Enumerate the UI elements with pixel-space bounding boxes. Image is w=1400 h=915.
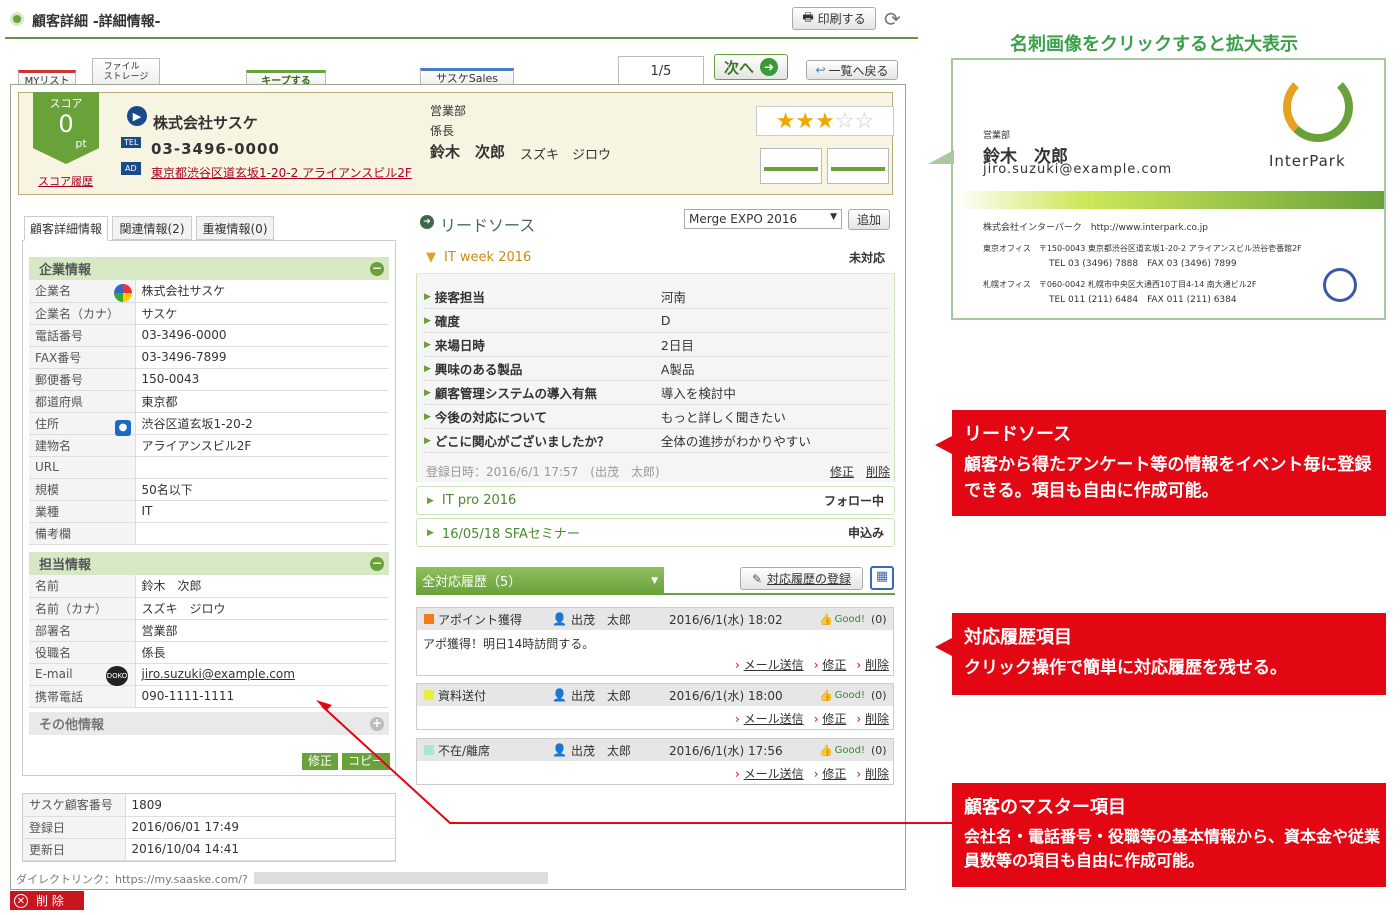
callout-arrow <box>316 700 952 824</box>
